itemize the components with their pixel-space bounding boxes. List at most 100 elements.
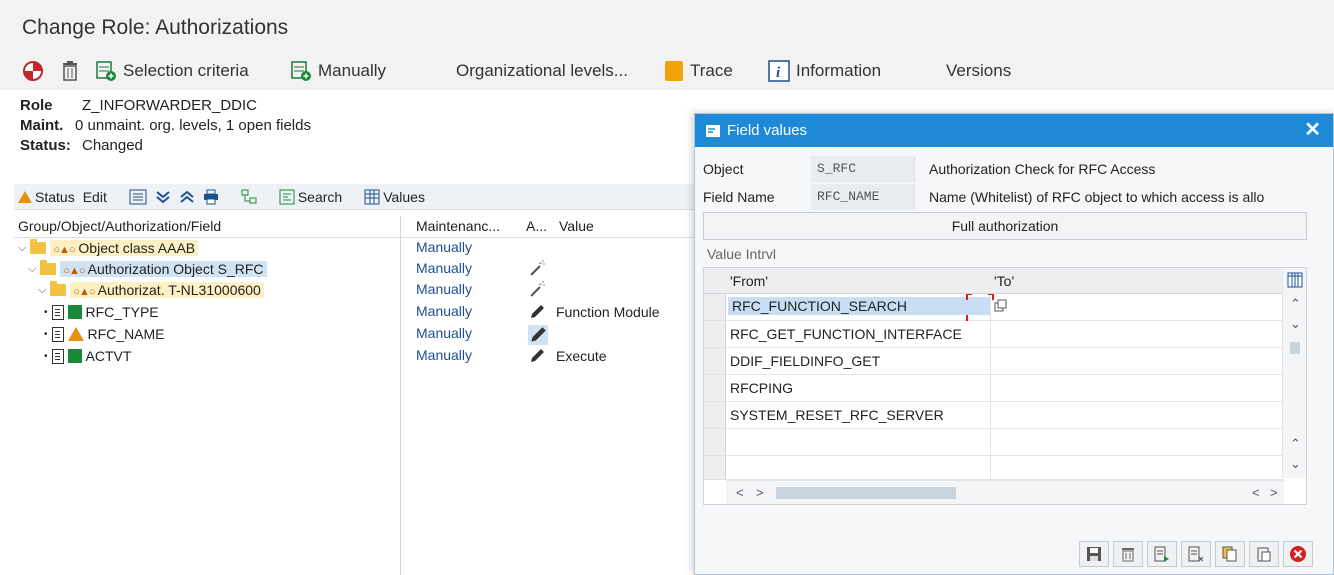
table-row[interactable]: RFC_FUNCTION_SEARCH — [704, 294, 1284, 321]
maintenance-status: Manually — [416, 325, 473, 341]
column-header-group[interactable]: Group/Object/Authorization/Field — [18, 218, 221, 234]
delete-button[interactable] — [1113, 541, 1143, 567]
from-value[interactable]: RFC_GET_FUNCTION_INTERFACE — [730, 326, 962, 342]
tree-row[interactable]: ⌵ ○▲○ Object class AAAB Manually — [14, 238, 700, 258]
maint-label: Maint. — [20, 117, 64, 134]
chevron-down-icon[interactable]: ⌵ — [18, 242, 26, 255]
role-label: Role — [20, 97, 53, 114]
magic-wand-icon[interactable] — [528, 260, 546, 278]
tree-row[interactable]: ⌵ ○▲○ Authorization Object S_RFC Manuall… — [14, 259, 700, 279]
status-button-label: Status — [35, 188, 75, 205]
bullet-icon: • — [44, 350, 48, 362]
chevron-right-icon[interactable]: > — [756, 485, 764, 500]
tree-row[interactable]: • RFC_TYPE Manually Function Module — [14, 302, 700, 322]
search-icon — [279, 189, 295, 204]
edit-button[interactable]: Edit — [79, 186, 111, 208]
copy-button[interactable] — [1215, 541, 1245, 567]
close-icon[interactable]: ✕ — [1304, 119, 1321, 141]
table-row[interactable]: DDIF_FIELDINFO_GET — [704, 348, 1284, 375]
printer-icon — [203, 189, 218, 204]
expand-all-button[interactable] — [151, 186, 175, 208]
delete-row-button[interactable] — [1181, 541, 1211, 567]
magic-wand-icon[interactable] — [528, 281, 546, 299]
chevron-up-icon[interactable]: ⌃ — [1290, 436, 1301, 452]
table-row[interactable]: RFC_GET_FUNCTION_INTERFACE — [704, 321, 1284, 348]
insert-row-icon — [1154, 546, 1169, 562]
table-row[interactable] — [704, 456, 1284, 480]
manually-button[interactable]: Manually — [290, 59, 386, 83]
table-row[interactable] — [704, 429, 1284, 456]
chevron-down-icon[interactable]: ⌄ — [1290, 316, 1301, 332]
field-name: ACTVT — [85, 348, 132, 364]
cancel-button[interactable] — [1283, 541, 1313, 567]
column-header-a[interactable]: A... — [526, 218, 547, 234]
from-value[interactable]: SYSTEM_RESET_RFC_SERVER — [730, 407, 944, 423]
chevron-up-icon[interactable]: ⌃ — [1290, 296, 1301, 312]
print-button[interactable] — [199, 186, 223, 208]
versions-button[interactable]: Versions — [946, 59, 1011, 83]
tree-row[interactable]: ⌵ ○▲○ Authorizat. T-NL31000600 Manually — [14, 280, 700, 300]
from-value[interactable]: DDIF_FIELDINFO_GET — [730, 353, 880, 369]
pencil-icon[interactable] — [528, 325, 548, 345]
multiple-selection-icon[interactable] — [994, 299, 1008, 313]
paste-button[interactable] — [1249, 541, 1279, 567]
table-icon — [364, 189, 380, 204]
add-template-icon — [96, 61, 116, 81]
scroll-thumb[interactable] — [1290, 342, 1300, 354]
vertical-scrollbar[interactable]: ⌃ ⌄ ⌃ ⌄ — [1282, 268, 1306, 478]
selection-criteria-button[interactable]: Selection criteria — [95, 59, 249, 83]
from-value[interactable]: RFC_FUNCTION_SEARCH — [728, 297, 990, 315]
information-button[interactable]: i Information — [768, 59, 881, 83]
field-name: RFC_NAME — [87, 326, 165, 342]
check-status-button[interactable] — [22, 59, 44, 83]
org-levels-button[interactable]: Organizational levels... — [456, 59, 628, 83]
tree-row[interactable]: • RFC_NAME Manually — [14, 324, 700, 345]
status-label: Status: — [20, 137, 71, 154]
pencil-icon[interactable] — [528, 347, 546, 365]
tree-row[interactable]: • ACTVT Manually Execute — [14, 346, 700, 366]
chevron-down-icon[interactable]: ⌵ — [28, 263, 36, 276]
dialog-title-bar[interactable]: Field values ✕ — [695, 114, 1333, 147]
column-header-maintenance[interactable]: Maintenanc... — [416, 218, 500, 234]
table-row[interactable]: SYSTEM_RESET_RFC_SERVER — [704, 402, 1284, 429]
trace-button[interactable]: Trace — [664, 59, 733, 83]
from-value[interactable]: RFCPING — [730, 380, 793, 396]
versions-label: Versions — [946, 61, 1012, 80]
delete-button[interactable] — [60, 59, 80, 83]
chevron-left-icon[interactable]: < — [1252, 485, 1260, 500]
horizontal-scrollbar[interactable]: < > < > — [726, 480, 1284, 504]
column-header-value[interactable]: Value — [559, 218, 594, 234]
structure-button[interactable] — [237, 186, 261, 208]
pencil-icon[interactable] — [528, 303, 546, 321]
column-header-from[interactable]: 'From' — [730, 273, 768, 289]
org-status-icon: ○▲○ — [63, 265, 85, 277]
column-header-to[interactable]: 'To' — [994, 273, 1014, 289]
full-authorization-button[interactable]: Full authorization — [703, 212, 1307, 240]
object-row: Object S_RFC Authorization Check for RFC… — [695, 156, 1333, 182]
collapse-all-button[interactable] — [175, 186, 199, 208]
column-settings-icon[interactable] — [1287, 272, 1303, 288]
chevron-left-icon[interactable]: < — [736, 485, 744, 500]
org-status-icon: ○▲○ — [53, 244, 75, 256]
dialog-footer — [1079, 541, 1313, 567]
scroll-thumb[interactable] — [776, 487, 956, 499]
object-description: Authorization Check for RFC Access — [929, 161, 1156, 177]
value-interval-label: Value Intrvl — [707, 246, 776, 262]
chevron-right-icon[interactable]: > — [1270, 485, 1278, 500]
chevron-down-icon[interactable]: ⌄ — [1290, 456, 1301, 472]
save-button[interactable] — [1079, 541, 1109, 567]
field-values-dialog: Field values ✕ Object S_RFC Authorizatio… — [694, 113, 1334, 575]
green-status-icon — [67, 349, 82, 363]
org-levels-tree-button[interactable] — [125, 186, 151, 208]
chevron-down-icon[interactable]: ⌵ — [38, 284, 46, 297]
expand-all-icon — [156, 190, 170, 203]
search-button[interactable]: Search — [275, 186, 346, 208]
status-button[interactable]: Status — [14, 186, 79, 208]
tree-node-object-class: ○▲○ Object class AAAB — [50, 240, 199, 256]
bullet-icon: • — [44, 306, 48, 318]
values-button[interactable]: Values — [360, 186, 429, 208]
collapse-all-icon — [180, 190, 194, 203]
insert-row-button[interactable] — [1147, 541, 1177, 567]
table-row[interactable]: RFCPING — [704, 375, 1284, 402]
hierarchy-icon — [241, 189, 257, 203]
